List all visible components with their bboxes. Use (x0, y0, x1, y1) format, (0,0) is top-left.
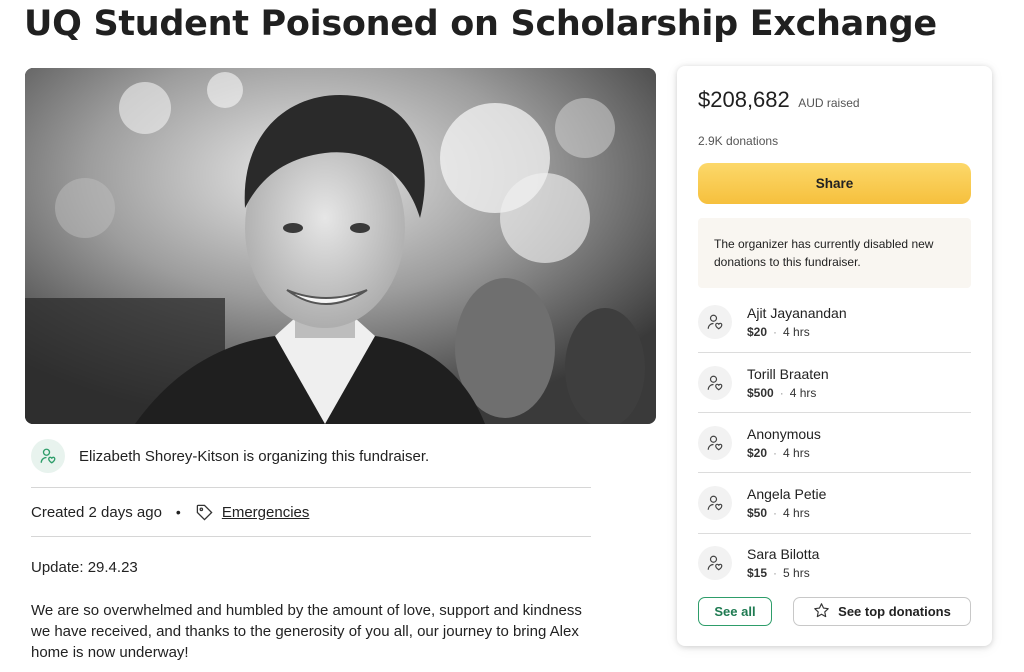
fundraiser-meta: Created 2 days ago • Emergencies (31, 502, 309, 522)
tag-icon (195, 503, 214, 522)
donor-name: Torill Braaten (747, 366, 829, 382)
donor-name: Sara Bilotta (747, 546, 820, 562)
update-date: Update: 29.4.23 (31, 559, 138, 576)
donor-name: Ajit Jayanandan (747, 305, 847, 321)
donation-item: Torill Braaten $500 · 4 hrs (698, 353, 971, 413)
donation-card: $208,682 AUD raised 2.9K donations Share… (677, 66, 992, 646)
donation-time: 5 hrs (783, 566, 810, 580)
donation-amount: $20 (747, 325, 768, 339)
raised-amount: $208,682 (698, 87, 790, 112)
donation-item: Sara Bilotta $15 · 5 hrs (698, 533, 971, 593)
amount-raised: $208,682 AUD raised (698, 87, 860, 113)
donations-disabled-notice: The organizer has currently disabled new… (698, 218, 971, 288)
meta-separator: · (773, 325, 778, 339)
fundraiser-cover-photo (25, 68, 656, 424)
page-title: UQ Student Poisoned on Scholarship Excha… (24, 4, 937, 44)
donor-avatar-icon (698, 546, 732, 580)
donation-count: 2.9K donations (698, 134, 779, 148)
organizer-text: Elizabeth Shorey-Kitson is organizing th… (79, 447, 430, 465)
donor-avatar-icon (698, 366, 732, 400)
donation-time: 4 hrs (783, 446, 810, 460)
donation-item: Ajit Jayanandan $20 · 4 hrs (698, 292, 971, 352)
meta-separator: · (773, 446, 778, 460)
story-paragraph: We are so overwhelmed and humbled by the… (31, 602, 582, 661)
see-top-donations-button[interactable]: See top donations (793, 597, 971, 626)
see-top-donations-label: See top donations (838, 604, 951, 619)
donation-time: 4 hrs (783, 506, 810, 520)
raised-unit: AUD raised (798, 96, 860, 110)
donation-amount: $20 (747, 446, 768, 460)
meta-separator: · (779, 386, 784, 400)
divider (31, 487, 591, 488)
created-date: Created 2 days ago (31, 503, 162, 521)
see-all-button[interactable]: See all (698, 597, 772, 626)
user-heart-icon (31, 439, 65, 473)
donation-amount: $500 (747, 386, 774, 400)
donor-avatar-icon (698, 426, 732, 460)
meta-separator: • (175, 504, 181, 520)
donor-avatar-icon (698, 486, 732, 520)
donation-item: Angela Petie $50 · 4 hrs (698, 473, 971, 533)
donor-avatar-icon (698, 305, 732, 339)
donation-amount: $50 (747, 506, 768, 520)
donor-name: Angela Petie (747, 486, 827, 502)
meta-separator: · (773, 506, 778, 520)
donation-amount: $15 (747, 566, 768, 580)
donation-item: Anonymous $20 · 4 hrs (698, 413, 971, 473)
divider (31, 536, 591, 537)
donation-time: 4 hrs (783, 325, 810, 339)
meta-separator: · (773, 566, 778, 580)
star-icon (813, 602, 830, 622)
donation-time: 4 hrs (789, 386, 817, 400)
donor-name: Anonymous (747, 426, 821, 442)
share-button[interactable]: Share (698, 163, 971, 204)
category-link[interactable]: Emergencies (222, 504, 310, 521)
organizer-row: Elizabeth Shorey-Kitson is organizing th… (31, 438, 591, 474)
